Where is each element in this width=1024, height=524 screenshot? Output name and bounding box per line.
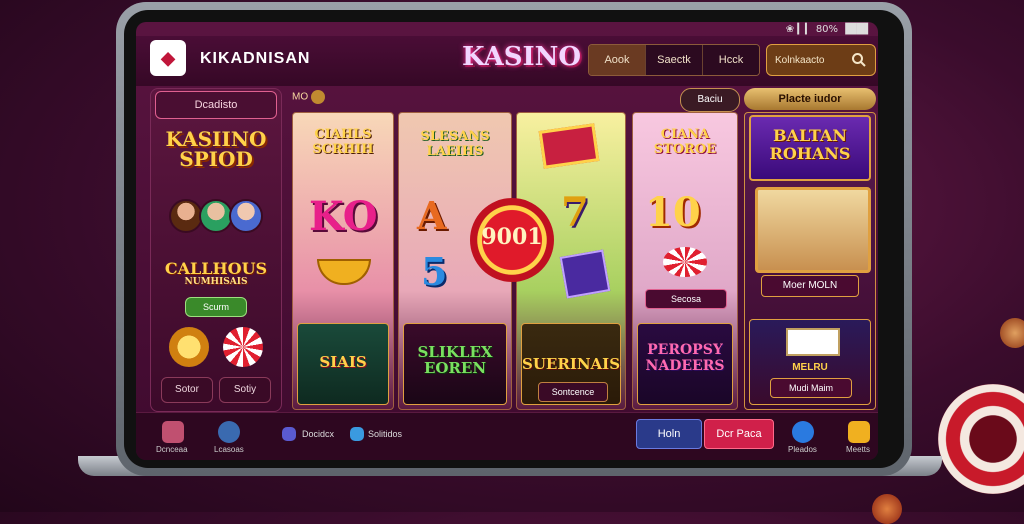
doc-icon[interactable] [350, 427, 364, 441]
brand-name: KIKADNISAN [200, 50, 311, 67]
nav-tab-2[interactable]: Saectk [646, 45, 703, 75]
tile-bottom-title: PEROPSY NADEERS [645, 342, 725, 374]
bottom-link-1[interactable]: Docidcx [302, 429, 334, 439]
reel-symbol-a: A [417, 193, 447, 238]
game-tile[interactable]: SIAIS [297, 323, 389, 405]
promo-avatars [169, 199, 263, 233]
app-screen: ❀ ▎▎ 80% ▐██▌ ◆ KIKADNISAN KASINO Aook S… [136, 22, 878, 460]
nav-tab-1[interactable]: Aook [589, 45, 646, 75]
globe-icon[interactable] [792, 421, 814, 443]
reel-counter: MO [292, 90, 325, 104]
promo-label: CALLHOUS NUMHISAIS [151, 261, 281, 288]
promo-sublabel: NUMHISAIS [184, 277, 248, 287]
status-bar: ❀ ▎▎ 80% ▐██▌ [785, 24, 872, 35]
background-chip-small-2 [872, 494, 902, 524]
bottom-icon-label: Pleados [788, 445, 817, 454]
tile-bottom-title: SUERINAIS [522, 355, 621, 373]
tile-title: SLESANS LAEIHS [420, 129, 490, 159]
coin-icon [310, 90, 325, 104]
game-tile[interactable]: MELRU Mudi Maim [749, 319, 871, 405]
tile-title: CIANA STOROE [653, 127, 717, 157]
game-column-4[interactable]: CIANA STOROE 10 Secosa PEROPSY NADEERS [632, 112, 738, 410]
tile-bottom-title: SLIKLEX EOREN [417, 343, 493, 377]
promo-button[interactable]: Scurm [185, 297, 247, 317]
profile-icon[interactable] [162, 421, 184, 443]
bottom-icon-label: Dcnceaa [156, 445, 188, 454]
tile-bottom-button[interactable]: Mudi Maim [770, 378, 852, 398]
search-label: Kolnkaacto [775, 54, 825, 66]
promo-right-button[interactable]: Sotiy [219, 377, 271, 403]
tile-title-box: BALTAN ROHANS [749, 115, 871, 181]
game-tile[interactable]: SUERINAIS Sontcence [521, 323, 621, 405]
deposit-icon[interactable] [218, 421, 240, 443]
avatar [199, 199, 233, 233]
tile-button[interactable]: Secosa [645, 289, 727, 309]
reel-symbol: KO [309, 193, 378, 240]
slot-book-icon [755, 187, 871, 273]
flag-icon [538, 123, 600, 169]
tile-title: BALTAN ROHANS [769, 126, 851, 163]
search-box[interactable]: Kolnkaacto [766, 44, 876, 76]
banana-icon [317, 259, 371, 285]
jackpot-chip-text: 9001 [481, 224, 543, 250]
link-icon[interactable] [282, 427, 296, 441]
poker-chip-icon [223, 327, 263, 367]
game-column-1[interactable]: CIAHLS SCRHIH KO SIAIS [292, 112, 394, 410]
jackpot-chip[interactable]: 9001 [470, 198, 554, 282]
reel-symbol-7: 7 [561, 189, 589, 236]
avatar [229, 199, 263, 233]
trophy-icon[interactable] [848, 421, 870, 443]
bottom-link-2[interactable]: Solitidos [368, 429, 402, 439]
filter-pill[interactable]: Baciu [680, 88, 740, 112]
tile-title: CIAHLS SCRHIH [312, 127, 374, 157]
top-bar: ◆ KIKADNISAN KASINO Aook Saectk Hcck Kol… [136, 36, 878, 86]
poker-chip-icon [663, 247, 707, 277]
promo-title: KASIINO SPIOD [165, 127, 267, 171]
gold-coin-icon [169, 327, 209, 367]
tile-bottom-button[interactable]: Sontcence [538, 382, 608, 402]
promo-panel: Dcadisto KASIINO SPIOD CALLHOUS NUMHISAI… [150, 88, 282, 412]
app-logo-icon[interactable]: ◆ [150, 40, 186, 76]
promo-tag[interactable]: Dcadisto [155, 91, 277, 119]
game-tile[interactable]: SLIKLEX EOREN [403, 323, 507, 405]
reel-symbol-10: 10 [645, 189, 701, 236]
game-column-5[interactable]: BALTAN ROHANS Moer MOLN MELRU Mudi Maim [744, 112, 876, 410]
tile-bottom-label: MELRU [792, 362, 828, 373]
tile-button[interactable]: Moer MOLN [761, 275, 859, 297]
promo-label-main: CALLHOUS [164, 259, 268, 278]
background-poker-chip [938, 384, 1024, 494]
search-icon[interactable] [851, 52, 867, 68]
bottom-icon-label: Lcasoas [214, 445, 244, 454]
game-tile[interactable]: PEROPSY NADEERS [637, 323, 733, 405]
bottom-icon-label: Meetts [846, 445, 871, 454]
reel-symbol-b: 5 [421, 249, 448, 294]
place-button[interactable]: Dcr Paca [704, 419, 774, 449]
home-button[interactable]: Holn [636, 419, 702, 449]
nav-tabs: Aook Saectk Hcck [588, 44, 760, 76]
avatar [169, 199, 203, 233]
nav-tab-3[interactable]: Hcck [703, 45, 759, 75]
dice-icon [559, 249, 611, 299]
bottom-bar: Dcnceaa Lcasoas Docidcx Solitidos Holn D… [136, 412, 878, 460]
reel-counter-text: MO [292, 91, 309, 103]
background-chip-small [1000, 318, 1024, 348]
filter-button[interactable]: Placte iudor [744, 88, 876, 110]
slot-reels-icon [786, 328, 840, 356]
tile-bottom-title: SIAIS [319, 353, 367, 371]
kasino-logo[interactable]: KASINO [462, 42, 581, 72]
promo-left-button[interactable]: Sotor [161, 377, 213, 403]
